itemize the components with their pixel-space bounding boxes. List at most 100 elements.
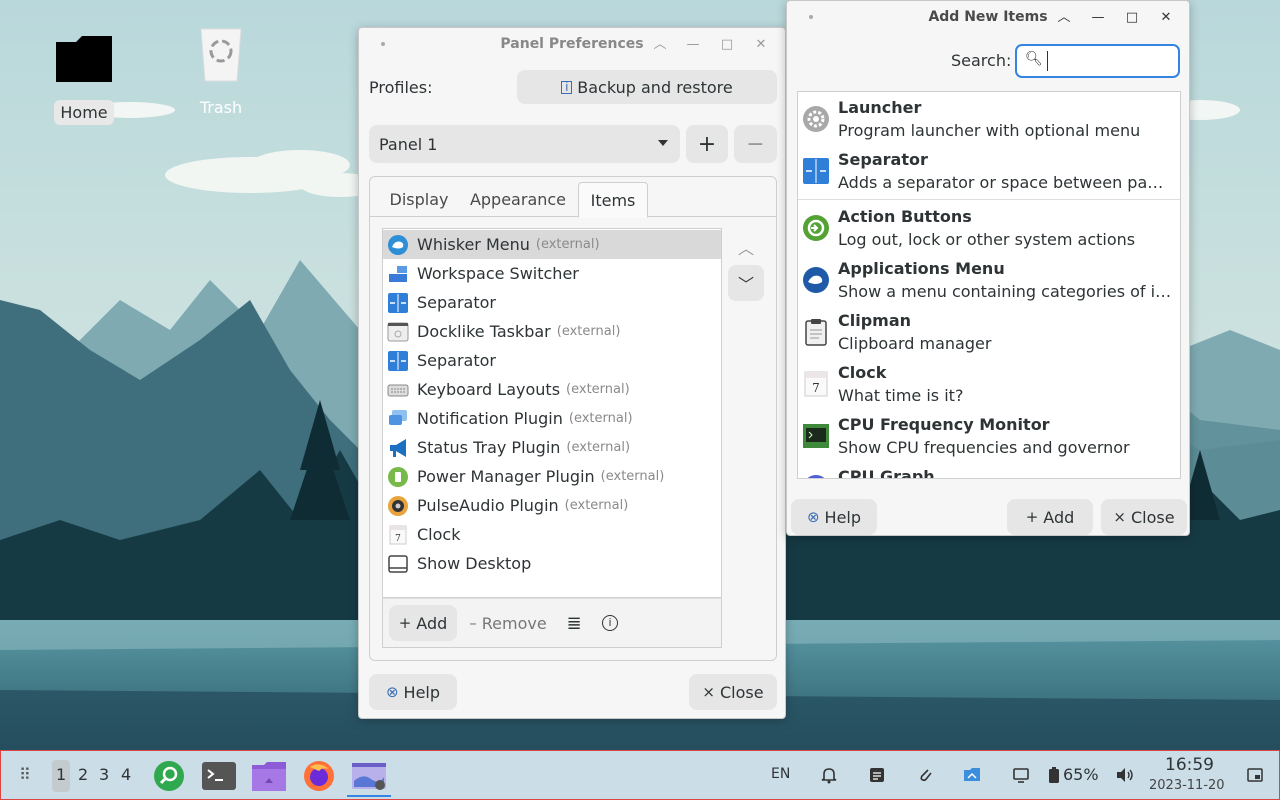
volume-icon[interactable] [1115,766,1135,784]
add-panel-button[interactable]: + [686,125,728,163]
move-down-button[interactable]: ﹀ [728,265,764,301]
close-button[interactable]: × Close [689,674,777,710]
backup-restore-button[interactable]: i Backup and restore [517,70,777,104]
workspace-4-button[interactable]: 4 [121,765,131,784]
item-name: Whisker Menu [417,235,530,254]
add-item-label: Add [416,613,448,633]
firefox-icon[interactable] [302,759,336,793]
display-icon[interactable] [1012,766,1030,784]
close-button[interactable]: × Close [1101,499,1187,535]
help-button[interactable]: ⊗ Help [369,674,457,710]
tab-label: Appearance [469,190,567,209]
list-item[interactable]: Clipman Clipboard manager [798,305,1180,357]
keyboard-layout-indicator[interactable]: EN [771,766,790,782]
panel-preferences-app-icon[interactable] [351,761,387,793]
list-item[interactable]: Action Buttons Log out, lock or other sy… [798,201,1180,253]
list-item[interactable]: Applications Menu Show a menu containing… [798,253,1180,305]
maximize-icon[interactable]: □ [716,34,738,56]
close-icon: × [1113,508,1126,526]
list-item[interactable]: CPU Frequency Monitor Show CPU frequenci… [798,409,1180,461]
close-label: Close [1130,507,1175,527]
workspace-3-button[interactable]: 3 [99,765,109,784]
clock-date[interactable]: 2023-11-20 [1149,778,1225,793]
item-about-button[interactable]: i [595,605,625,641]
item-properties-button[interactable]: ≣ [559,605,589,641]
tab-bar: Display Appearance Items [370,177,776,218]
tab-display[interactable]: Display [380,182,458,217]
separator-icon [388,292,408,313]
add-button[interactable]: + Add [1007,499,1093,535]
list-item[interactable]: Separator Adds a separator or space betw… [798,144,1180,196]
move-up-button[interactable]: ︿ [728,229,764,265]
terminal-icon[interactable] [201,760,237,792]
panel-select-value: Panel 1 [379,134,438,154]
list-item[interactable]: Separator [383,346,721,375]
plugin-name: Action Buttons [838,207,972,226]
list-item[interactable]: Status Tray Plugin (external) [383,433,721,462]
remove-item-button[interactable]: – Remove [463,605,553,641]
list-item[interactable]: Separator [383,288,721,317]
search-input[interactable]: 🔍︎ [1015,44,1180,78]
workspace-2-button[interactable]: 2 [78,765,88,784]
file-manager-icon[interactable] [251,759,287,793]
list-item[interactable]: Keyboard Layouts (external) [383,375,721,404]
panel-items-list[interactable]: Whisker Menu (external) Workspace Switch… [382,228,722,598]
desktop-icon-label: Home [54,100,114,125]
docklike-taskbar-icon [387,322,409,341]
close-icon[interactable]: ✕ [1155,7,1177,29]
battery-percentage[interactable]: 65% [1063,765,1099,784]
shade-icon[interactable]: ︿ [649,34,671,56]
shade-icon[interactable]: ︿ [1053,7,1075,29]
list-item[interactable]: CPU Graph [798,461,1180,479]
tab-items[interactable]: Items [578,182,648,218]
list-item[interactable]: Workspace Switcher [383,259,721,288]
panel-select[interactable]: Panel 1 [369,125,680,163]
tab-appearance[interactable]: Appearance [464,182,572,217]
titlebar[interactable]: Add New Items ︿ — □ ✕ [787,1,1189,33]
plugin-name: CPU Graph [838,467,935,479]
network-folder-icon[interactable] [962,765,982,785]
plugin-name: Clock [838,363,887,382]
search-app-icon[interactable] [153,760,185,792]
plugins-list[interactable]: Launcher Program launcher with optional … [797,91,1181,479]
clock-time[interactable]: 16:59 [1165,755,1214,775]
minimize-icon[interactable]: — [682,34,704,56]
plugin-description: Show CPU frequencies and governor [838,438,1130,457]
list-item[interactable]: Launcher Program launcher with optional … [798,92,1180,144]
list-item[interactable]: Docklike Taskbar (external) [383,317,721,346]
plugin-description: Clipboard manager [838,334,992,353]
maximize-icon[interactable]: □ [1121,7,1143,29]
plugin-description: Program launcher with optional menu [838,121,1141,140]
apps-grid-icon[interactable]: ⠿ [19,765,31,784]
list-item[interactable]: PulseAudio Plugin (external) [383,491,721,520]
help-button[interactable]: ⊗ Help [791,499,877,535]
desktop-icon-trash[interactable]: Trash [166,23,276,120]
battery-icon[interactable] [1048,766,1060,784]
show-desktop-icon[interactable] [1247,767,1263,783]
remove-panel-button[interactable]: − [734,125,777,163]
minimize-icon[interactable]: — [1087,7,1109,29]
close-icon: × [702,683,715,701]
list-item[interactable]: Show Desktop [383,549,721,578]
paperclip-icon[interactable] [916,766,934,784]
list-item[interactable]: Notification Plugin (external) [383,404,721,433]
item-external: (external) [566,382,630,397]
close-label: Close [719,682,764,702]
list-item[interactable]: Power Manager Plugin (external) [383,462,721,491]
plugin-description: Show a menu containing categories of ins… [838,282,1172,301]
titlebar[interactable]: Panel Preferences ︿ — □ ✕ [359,28,785,60]
bell-icon[interactable] [820,766,838,784]
notes-icon[interactable] [868,766,886,784]
add-item-button[interactable]: + Add [389,605,457,641]
calendar-icon: 7 [804,371,828,397]
list-item[interactable]: Whisker Menu (external) [383,230,721,259]
tab-label: Items [590,190,636,210]
text-cursor [1047,51,1048,71]
plugin-description: What time is it? [838,386,964,405]
list-item[interactable]: 7 Clock [383,520,721,549]
list-item[interactable]: 7 Clock What time is it? [798,357,1180,409]
desktop-icon-home[interactable]: Home [29,28,139,125]
backup-icon: i [561,80,573,94]
workspace-1-button[interactable]: 1 [56,765,66,784]
close-icon[interactable]: ✕ [750,34,772,56]
